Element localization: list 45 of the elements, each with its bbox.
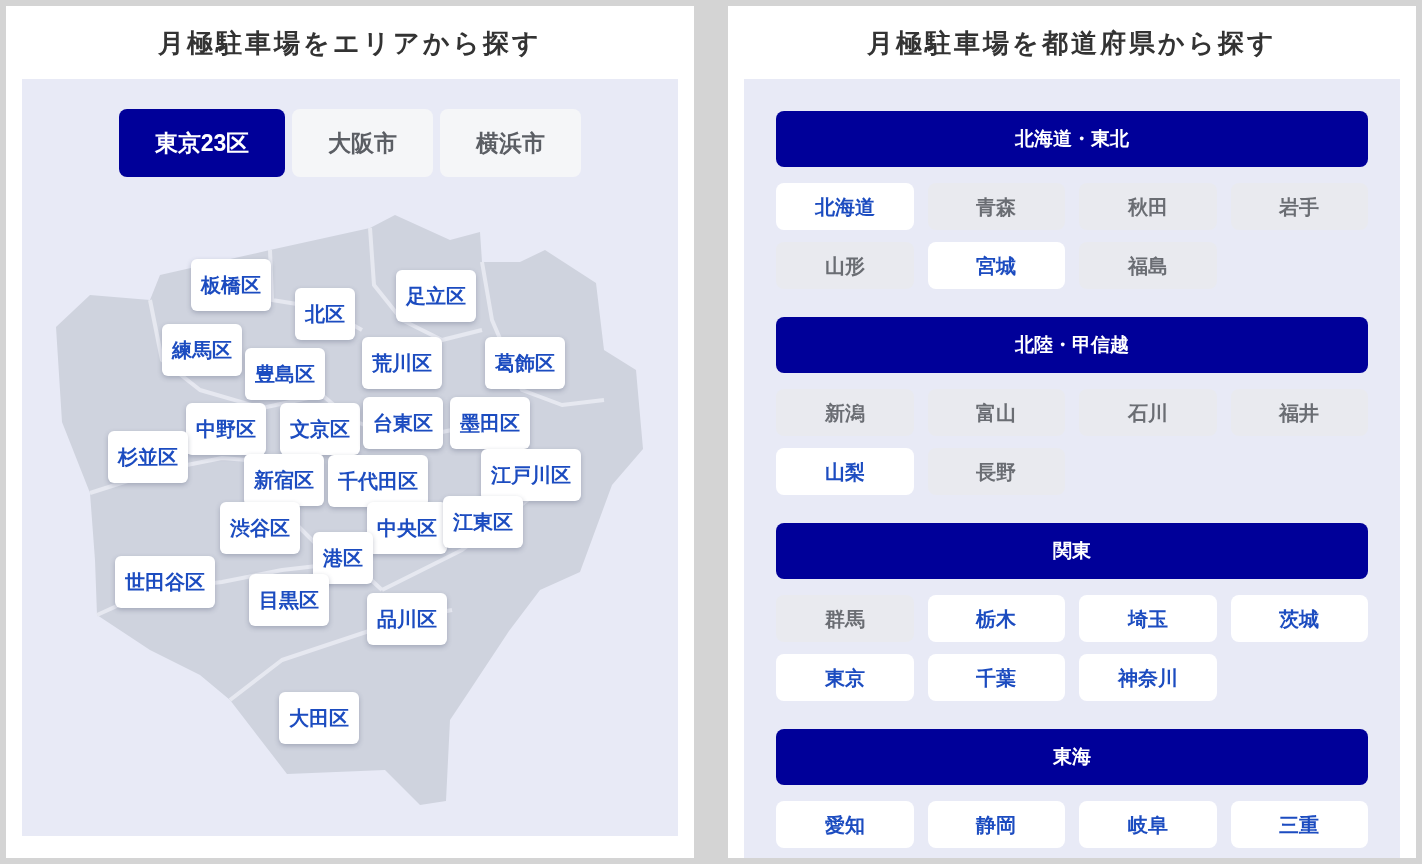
district-button[interactable]: 江東区 <box>443 496 523 548</box>
panel-title: 月極駐車場をエリアから探す <box>158 29 542 56</box>
prefecture-button[interactable]: 北海道 <box>776 183 914 230</box>
district-button[interactable]: 品川区 <box>367 593 447 645</box>
district-button[interactable]: 墨田区 <box>450 397 530 449</box>
district-button[interactable]: 新宿区 <box>244 454 324 506</box>
city-tab[interactable]: 横浜市 <box>440 109 582 177</box>
district-button[interactable]: 荒川区 <box>362 337 442 389</box>
district-button[interactable]: 葛飾区 <box>485 337 565 389</box>
prefecture-button[interactable]: 愛知 <box>776 801 914 848</box>
prefecture-button[interactable]: 埼玉 <box>1079 595 1217 642</box>
region-header: 東海 <box>776 729 1368 785</box>
prefecture-button[interactable]: 山梨 <box>776 448 914 495</box>
region-header: 北海道・東北 <box>776 111 1368 167</box>
district-button[interactable]: 中央区 <box>367 502 447 554</box>
district-button[interactable]: 中野区 <box>186 403 266 455</box>
district-button[interactable]: 文京区 <box>280 403 360 455</box>
district-button[interactable]: 港区 <box>313 532 373 584</box>
prefecture-button[interactable]: 宮城 <box>927 242 1065 289</box>
prefecture-button[interactable]: 神奈川 <box>1079 654 1217 701</box>
district-button[interactable]: 練馬区 <box>162 324 242 376</box>
district-button[interactable]: 目黒区 <box>249 574 329 626</box>
district-button[interactable]: 千代田区 <box>328 455 428 507</box>
district-button[interactable]: 渋谷区 <box>220 502 300 554</box>
district-button[interactable]: 杉並区 <box>108 431 188 483</box>
district-button[interactable]: 世田谷区 <box>115 556 215 608</box>
district-button[interactable]: 板橋区 <box>191 259 271 311</box>
prefecture-button[interactable]: 三重 <box>1230 801 1368 848</box>
district-button[interactable]: 台東区 <box>363 397 443 449</box>
district-button[interactable]: 北区 <box>295 288 355 340</box>
prefecture-button[interactable]: 千葉 <box>927 654 1065 701</box>
district-button[interactable]: 豊島区 <box>245 348 325 400</box>
prefecture-button[interactable]: 茨城 <box>1230 595 1368 642</box>
panel-title: 月極駐車場を都道府県から探す <box>867 29 1277 56</box>
region-header: 北陸・甲信越 <box>776 317 1368 373</box>
district-button[interactable]: 江戸川区 <box>481 449 581 501</box>
prefecture-button[interactable]: 静岡 <box>927 801 1065 848</box>
city-tab[interactable]: 東京23区 <box>118 109 286 177</box>
prefecture-button[interactable]: 栃木 <box>927 595 1065 642</box>
prefecture-button[interactable]: 東京 <box>776 654 914 701</box>
city-tab[interactable]: 大阪市 <box>292 109 434 177</box>
prefecture-button[interactable]: 岐阜 <box>1079 801 1217 848</box>
region-header: 関東 <box>776 523 1368 579</box>
district-button[interactable]: 大田区 <box>279 692 359 744</box>
district-button[interactable]: 足立区 <box>396 270 476 322</box>
